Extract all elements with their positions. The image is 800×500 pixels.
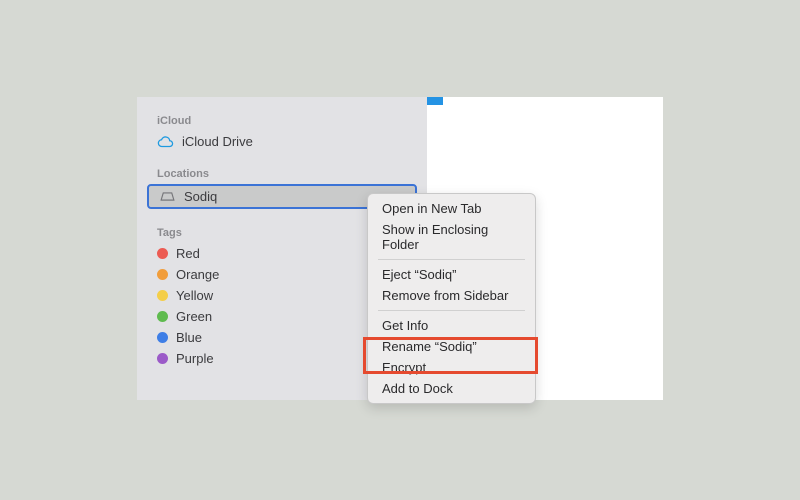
selection-indicator [427, 97, 443, 105]
sidebar-item-label: Sodiq [184, 189, 217, 204]
sidebar-item-label: Purple [176, 351, 214, 366]
menu-eject[interactable]: Eject “Sodiq” [368, 264, 535, 285]
sidebar-item-label: iCloud Drive [182, 134, 253, 149]
tag-dot-icon [157, 269, 168, 280]
menu-divider [378, 259, 525, 260]
sidebar-item-label: Yellow [176, 288, 213, 303]
tag-dot-icon [157, 353, 168, 364]
sidebar-item-label: Red [176, 246, 200, 261]
disk-icon [159, 189, 176, 204]
menu-show-enclosing-folder[interactable]: Show in Enclosing Folder [368, 219, 535, 255]
menu-remove-sidebar[interactable]: Remove from Sidebar [368, 285, 535, 306]
tag-dot-icon [157, 290, 168, 301]
sidebar-item-label: Orange [176, 267, 219, 282]
menu-divider [378, 310, 525, 311]
sidebar-item-label: Green [176, 309, 212, 324]
menu-get-info[interactable]: Get Info [368, 315, 535, 336]
tag-dot-icon [157, 332, 168, 343]
section-header-icloud: iCloud [137, 107, 427, 131]
tag-dot-icon [157, 248, 168, 259]
menu-rename[interactable]: Rename “Sodiq” [368, 336, 535, 357]
menu-encrypt[interactable]: Encrypt [368, 357, 535, 378]
menu-open-new-tab[interactable]: Open in New Tab [368, 198, 535, 219]
tag-dot-icon [157, 311, 168, 322]
sidebar-item-icloud-drive[interactable]: iCloud Drive [137, 131, 427, 152]
cloud-icon [157, 134, 174, 149]
section-header-locations: Locations [137, 160, 427, 184]
sidebar-item-label: Blue [176, 330, 202, 345]
context-menu: Open in New Tab Show in Enclosing Folder… [367, 193, 536, 404]
menu-add-to-dock[interactable]: Add to Dock [368, 378, 535, 399]
